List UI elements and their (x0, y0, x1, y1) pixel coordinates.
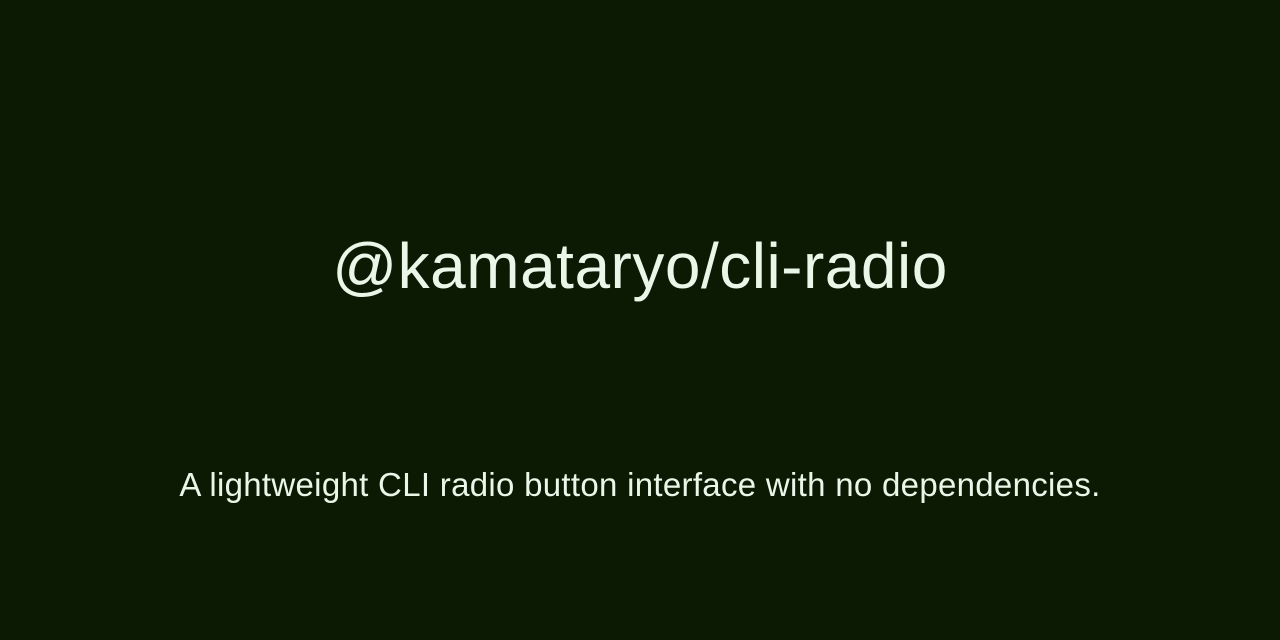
social-card: @kamataryo/cli-radio A lightweight CLI r… (0, 0, 1280, 640)
package-description: A lightweight CLI radio button interface… (179, 466, 1101, 503)
package-name-title: @kamataryo/cli-radio (332, 230, 948, 302)
